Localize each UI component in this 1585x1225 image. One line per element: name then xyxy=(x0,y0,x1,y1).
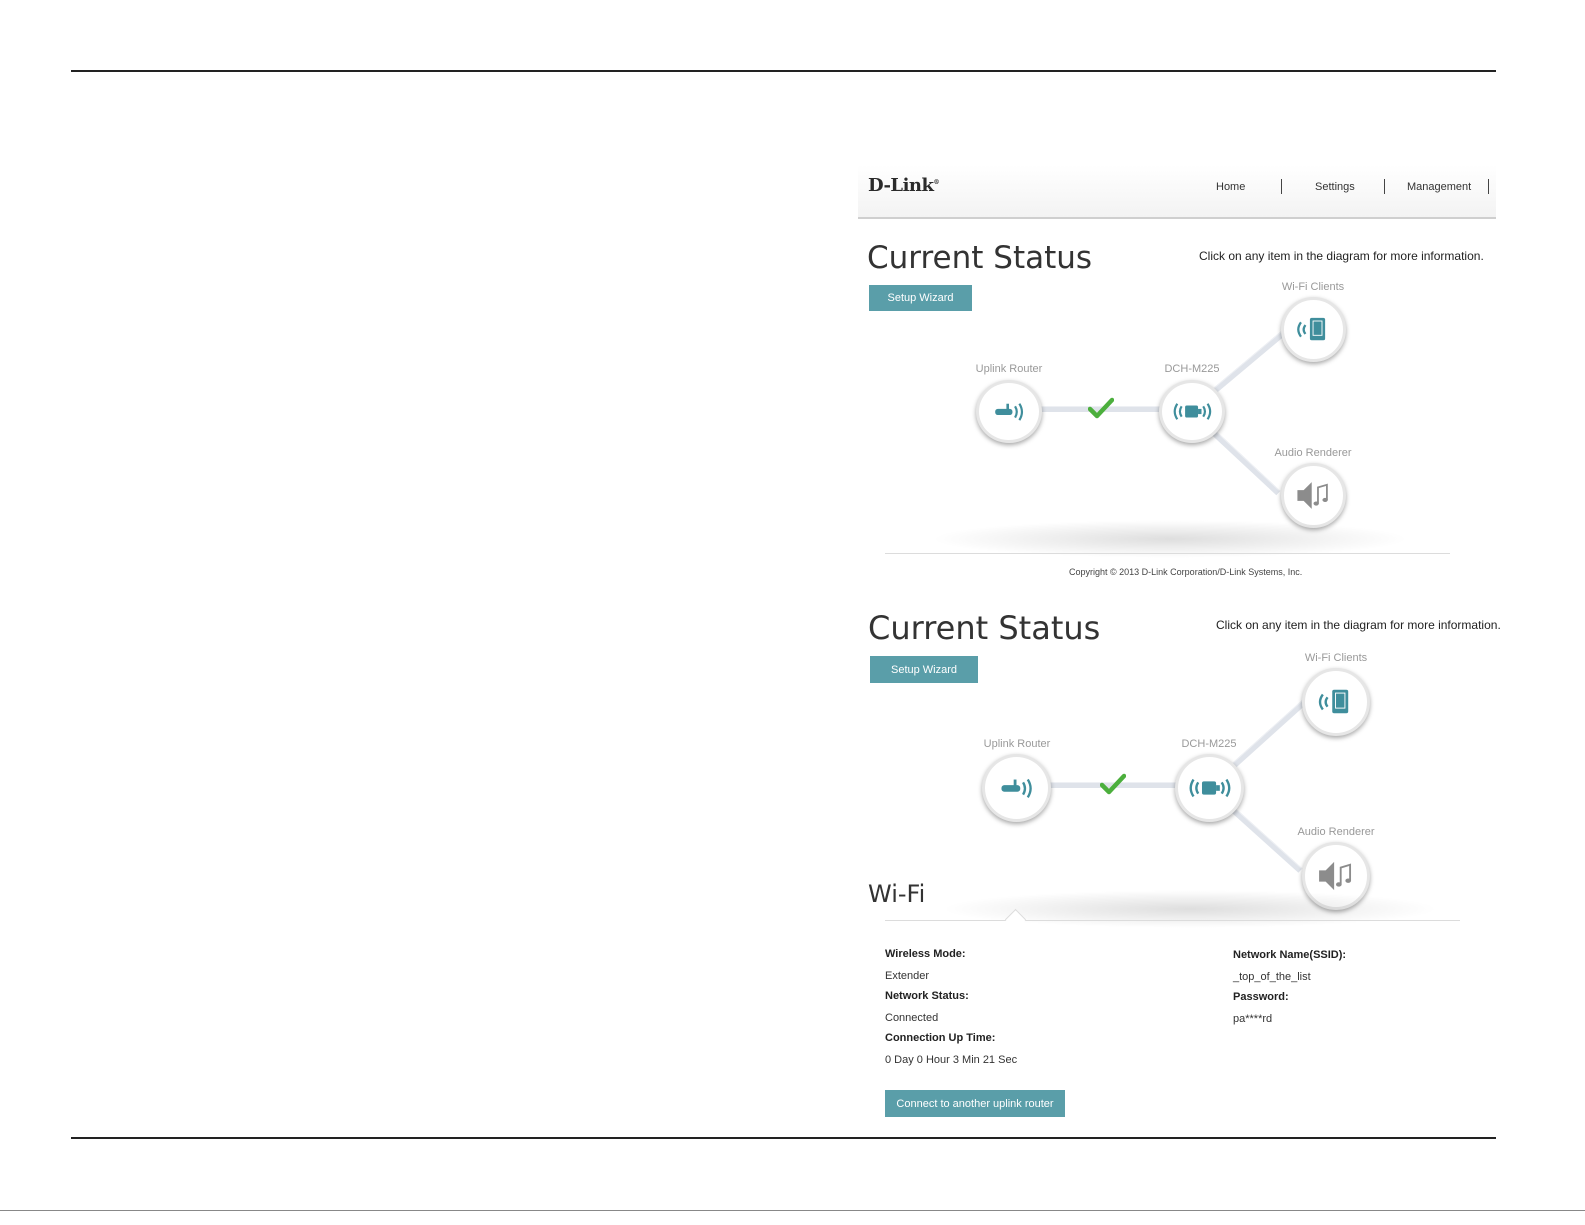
diagram-hint: Click on any item in the diagram for mor… xyxy=(1216,618,1501,632)
audio-renderer-label: Audio Renderer xyxy=(1297,826,1375,838)
audio-link xyxy=(1211,430,1281,496)
wifi-client-icon xyxy=(1318,689,1349,714)
network-status-value: Connected xyxy=(885,1012,939,1024)
password-value: pa****rd xyxy=(1233,1013,1273,1025)
setup-wizard-button[interactable]: Setup Wizard xyxy=(869,285,972,311)
wifi-clients-label: Wi-Fi Clients xyxy=(1304,652,1368,664)
network-status-label: Network Status: xyxy=(885,990,969,1002)
wifi-client-icon xyxy=(1297,317,1326,341)
check-icon xyxy=(1100,773,1126,795)
setup-wizard-button[interactable]: Setup Wizard xyxy=(870,656,978,683)
page-title: Current Status xyxy=(868,609,1101,647)
wifi-clients-node[interactable] xyxy=(1302,668,1370,736)
page-footer-rule xyxy=(0,1210,1585,1211)
page-top-rule xyxy=(71,70,1496,72)
page-title: Current Status xyxy=(867,240,1093,276)
ssid-label: Network Name(SSID): xyxy=(1233,949,1347,961)
uplink-router-node[interactable] xyxy=(982,754,1051,822)
wireless-mode-value: Extender xyxy=(885,970,930,982)
nav-settings[interactable]: Settings xyxy=(1315,181,1355,193)
audio-renderer-node[interactable] xyxy=(1281,463,1346,528)
dlink-logo: D-Link® xyxy=(868,175,939,196)
wifi-clients-label: Wi-Fi Clients xyxy=(1281,281,1345,293)
device-node[interactable] xyxy=(1175,754,1244,822)
page-bottom-rule xyxy=(71,1137,1496,1139)
copyright-text: Copyright © 2013 D-Link Corporation/D-Li… xyxy=(1069,567,1303,577)
router-icon xyxy=(1001,778,1032,799)
panel-divider xyxy=(885,553,1450,554)
uplink-router-label: Uplink Router xyxy=(983,738,1051,750)
uplink-router-node[interactable] xyxy=(976,380,1042,443)
uptime-value: 0 Day 0 Hour 3 Min 21 Sec xyxy=(885,1054,1018,1066)
audio-renderer-label: Audio Renderer xyxy=(1274,447,1352,459)
extender-icon xyxy=(1189,778,1231,798)
speaker-icon xyxy=(1297,482,1328,509)
nav-home[interactable]: Home xyxy=(1216,181,1245,193)
wireless-mode-label: Wireless Mode: xyxy=(885,948,966,960)
nav-separator xyxy=(1488,179,1489,194)
app-header: D-Link® Home Settings Management xyxy=(858,165,1496,219)
nav-management[interactable]: Management xyxy=(1407,181,1471,193)
uptime-label: Connection Up Time: xyxy=(885,1032,996,1044)
device-node[interactable] xyxy=(1159,380,1225,443)
connect-another-router-button[interactable]: Connect to another uplink router xyxy=(885,1090,1065,1117)
password-label: Password: xyxy=(1233,991,1289,1003)
device-label: DCH-M225 xyxy=(1164,363,1220,375)
check-icon xyxy=(1088,397,1114,419)
device-label: DCH-M225 xyxy=(1181,738,1237,750)
wifi-clients-node[interactable] xyxy=(1281,297,1346,362)
diagram-hint: Click on any item in the diagram for mor… xyxy=(1199,249,1484,263)
wifi-divider xyxy=(885,920,1460,921)
ssid-value: _top_of_the_list xyxy=(1233,971,1311,983)
nav-separator xyxy=(1384,179,1385,194)
wifi-section-title: Wi-Fi xyxy=(868,880,926,908)
uplink-router-label: Uplink Router xyxy=(975,363,1043,375)
nav-separator xyxy=(1281,179,1282,194)
router-icon xyxy=(995,403,1024,421)
extender-icon xyxy=(1173,403,1212,420)
